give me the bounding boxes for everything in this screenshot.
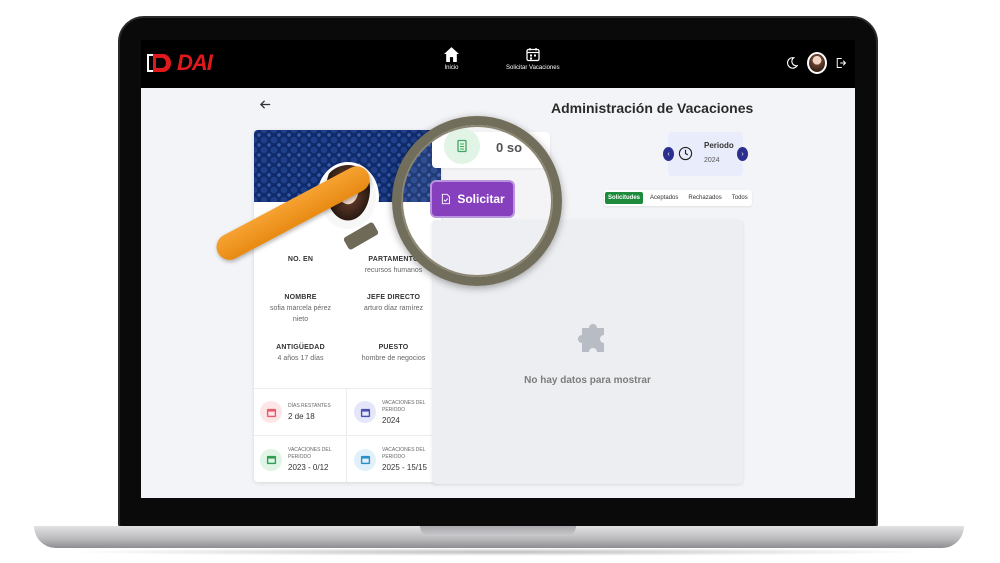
nav-inicio-label: Inicio	[444, 65, 459, 71]
empty-state-text: No hay datos para mostrar	[524, 375, 651, 386]
back-arrow-icon[interactable]	[259, 98, 272, 111]
stat-vacaciones-2025: VACACIONES DEL PERIODO 2025 - 15/15	[348, 436, 441, 482]
home-icon	[444, 47, 459, 62]
logo-mark-icon	[147, 54, 171, 72]
tab-todos[interactable]: Todos	[729, 192, 751, 204]
nav-solicitar-label: Solicitar Vacaciones	[506, 65, 560, 71]
period-year: 2024	[704, 157, 720, 164]
stats-grid: DÍAS RESTANTES 2 de 18 VACACIONES DEL PE…	[254, 388, 441, 482]
period-selector: ‹ Periodo 2024 ›	[663, 132, 748, 176]
calendar-icon	[354, 401, 376, 423]
chevron-right-icon[interactable]: ›	[737, 147, 748, 161]
calendar-icon	[260, 448, 282, 471]
clock-icon	[678, 146, 693, 161]
field-jefe-directo: JEFE DIRECTO arturo díaz ramírez	[363, 294, 424, 312]
tab-solicitudes[interactable]: Solicitudes	[605, 192, 644, 204]
nav-solicitar-vacaciones[interactable]: Solicitar Vacaciones	[506, 46, 560, 71]
page-title: Administración de Vacaciones	[551, 100, 754, 116]
stat-dias-restantes: DÍAS RESTANTES 2 de 18	[254, 389, 347, 436]
top-bar: DAI Inicio Solicitar Vacaciones	[141, 40, 855, 88]
stat-vacaciones-2023: VACACIONES DEL PERIODO 2023 - 0/12	[254, 436, 347, 482]
laptop-shadow	[60, 548, 940, 556]
calendar-icon	[354, 448, 376, 471]
status-tabs: Solicitudes Aceptados Rechazados Todos	[604, 190, 752, 206]
field-nombre: NOMBRE sofia marcela pérez nieto	[269, 294, 332, 323]
puzzle-icon	[578, 324, 604, 352]
field-antiguedad: ANTIGÜEDAD 4 años 17 días	[276, 344, 325, 362]
nav-inicio[interactable]: Inicio	[443, 46, 460, 71]
avatar[interactable]	[807, 52, 827, 74]
laptop-mockup: DAI Inicio Solicitar Vacaciones Administ…	[0, 0, 1000, 563]
logo[interactable]: DAI	[145, 50, 213, 76]
calendar-icon	[526, 48, 540, 62]
period-title: Periodo	[704, 141, 734, 150]
field-no-empleado: NO. EN	[287, 256, 314, 263]
magnifier-lens-icon	[392, 116, 562, 286]
field-puesto: PUESTO hombre de negocios	[361, 344, 426, 362]
tab-rechazados[interactable]: Rechazados	[685, 192, 724, 204]
logout-icon[interactable]	[835, 57, 847, 69]
calendar-icon	[260, 401, 282, 423]
moon-icon[interactable]	[785, 56, 799, 70]
tab-aceptados[interactable]: Aceptados	[647, 192, 681, 204]
laptop-notch	[420, 526, 576, 536]
stat-vacaciones-2024: VACACIONES DEL PERIODO 2024	[348, 389, 441, 436]
chevron-left-icon[interactable]: ‹	[663, 147, 674, 161]
top-right-controls	[785, 52, 855, 74]
logo-text: DAI	[177, 50, 213, 75]
